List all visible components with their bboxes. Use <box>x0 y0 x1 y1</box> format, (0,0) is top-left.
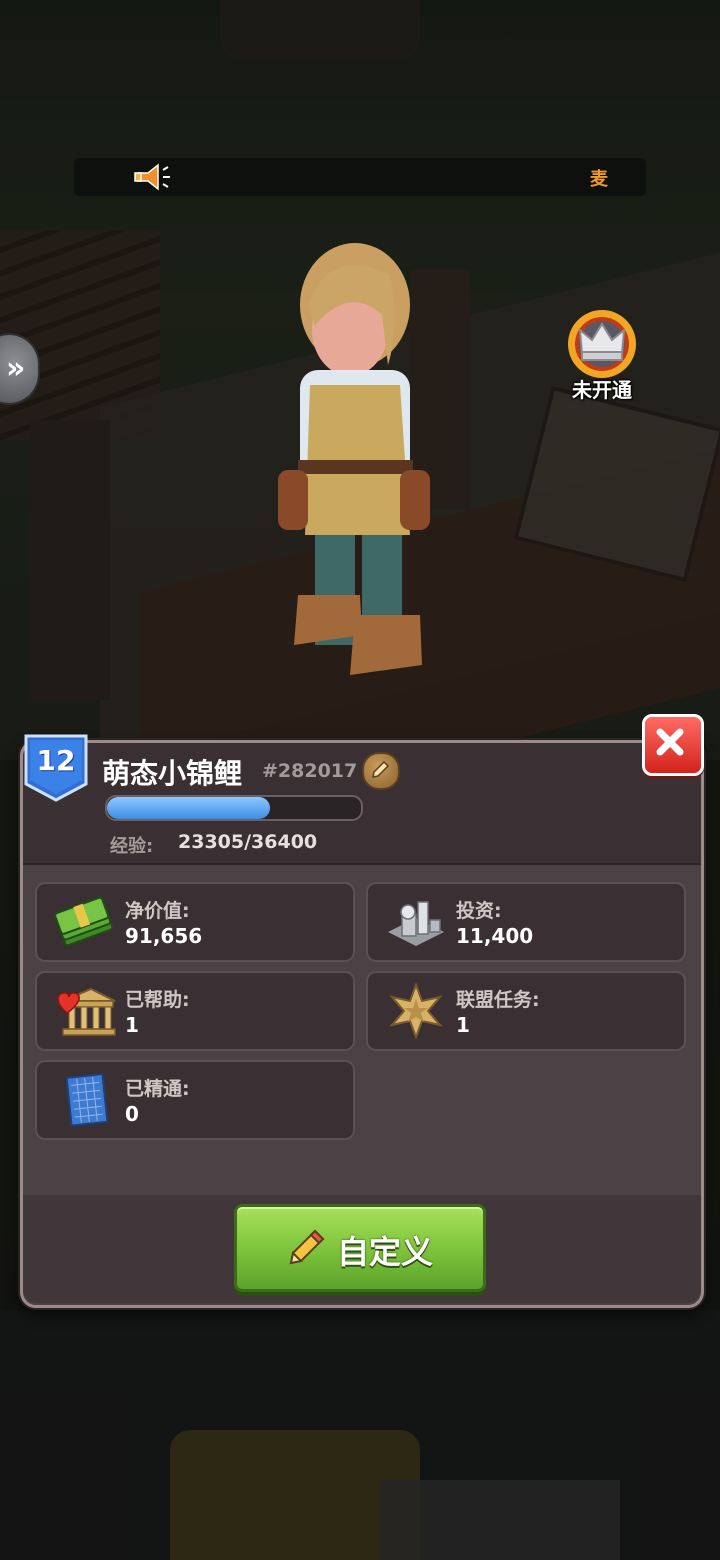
vip-crown-icon[interactable] <box>566 308 638 380</box>
double-chevron-right-icon: » <box>6 351 26 386</box>
stat-card-helped[interactable]: 已帮助: 1 <box>35 971 355 1051</box>
stat-card-net-worth[interactable]: 净价值: 91,656 <box>35 882 355 962</box>
player-id: #282017 <box>262 760 358 782</box>
announcement-bar[interactable]: 麦 <box>74 158 646 196</box>
stat-value: 11,400 <box>456 924 534 948</box>
stat-card-mastered[interactable]: 已精通: 0 <box>35 1060 355 1140</box>
stat-value: 1 <box>456 1013 470 1037</box>
sheriff-star-icon <box>389 983 443 1039</box>
exp-progress-fill <box>107 797 270 819</box>
pencil-icon <box>289 1229 325 1265</box>
charity-building-icon <box>57 987 116 1036</box>
stat-card-alliance-tasks[interactable]: 联盟任务: 1 <box>366 971 686 1051</box>
megaphone-icon <box>134 163 170 191</box>
exp-value: 23305/36400 <box>178 831 318 853</box>
stat-label: 已帮助: <box>125 989 190 1011</box>
vip-status-label: 未开通 <box>572 378 632 402</box>
edit-name-button[interactable] <box>362 752 400 790</box>
customize-button[interactable]: 自定义 <box>234 1204 486 1292</box>
player-character <box>278 243 430 675</box>
blueprint-icon <box>65 1072 109 1127</box>
stat-label: 已精通: <box>125 1078 190 1100</box>
close-button[interactable] <box>642 714 704 776</box>
building-icon <box>388 901 444 946</box>
stat-value: 1 <box>125 1013 139 1037</box>
exp-progress-bar <box>105 795 363 821</box>
player-name: 萌态小锦鲤 <box>102 757 243 790</box>
stat-value: 0 <box>125 1102 139 1126</box>
player-level: 12 <box>36 744 76 777</box>
stat-label: 联盟任务: <box>456 989 540 1011</box>
stat-label: 净价值: <box>125 900 190 922</box>
stat-card-investment[interactable]: 投资: 11,400 <box>366 882 686 962</box>
announcement-text: 麦 <box>590 169 608 190</box>
pencil-icon <box>372 760 390 778</box>
cash-stack-icon <box>54 896 114 947</box>
customize-label: 自定义 <box>337 1233 434 1271</box>
stat-value: 91,656 <box>125 924 203 948</box>
exp-label: 经验: <box>110 836 154 857</box>
stat-label: 投资: <box>456 900 502 922</box>
close-icon <box>656 728 684 756</box>
